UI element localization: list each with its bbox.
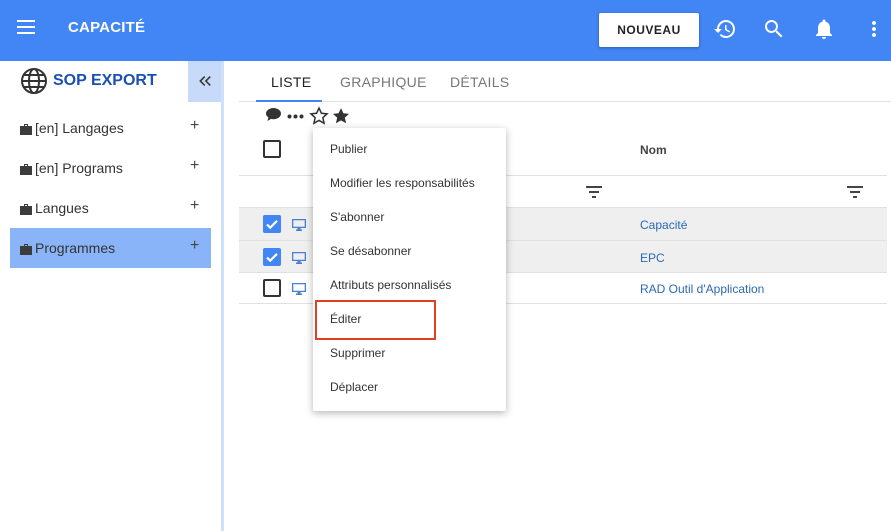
sidebar-item-label: Programmes (35, 240, 116, 256)
check-icon (266, 220, 278, 230)
brand-name: SOP EXPORT (53, 72, 157, 89)
more-vert-icon[interactable] (862, 17, 886, 41)
briefcase-icon (20, 122, 32, 135)
row-checkbox[interactable] (263, 248, 281, 266)
sidebar-item-programmes[interactable]: Programmes + (10, 228, 211, 268)
row-name-link[interactable]: RAD Outil d'Application (640, 282, 764, 296)
star-filled-icon[interactable] (331, 106, 351, 126)
menu-item-label: Supprimer (330, 346, 386, 360)
menu-item-label: Déplacer (330, 380, 379, 394)
monitor-icon (292, 218, 306, 231)
menu-item-sabonner[interactable]: S'abonner (313, 201, 506, 235)
sidebar-item-label: [en] Programs (35, 160, 123, 176)
page-title: CAPACITÉ (68, 19, 146, 36)
add-icon[interactable]: + (190, 197, 199, 215)
filter-icon[interactable] (586, 185, 602, 198)
menu-item-label: Se désabonner (330, 244, 412, 258)
menu-item-deplacer[interactable]: Déplacer (313, 371, 506, 405)
tab-details[interactable]: DÉTAILS (450, 74, 509, 90)
menu-item-attributs-personnalises[interactable]: Attributs personnalisés (313, 269, 506, 303)
menu-item-modifier-responsabilites[interactable]: Modifier les responsabilités (313, 167, 506, 201)
menu-item-label: Attributs personnalisés (330, 278, 452, 292)
new-button[interactable]: NOUVEAU (599, 13, 699, 47)
row-checkbox[interactable] (263, 279, 281, 297)
menu-item-se-desabonner[interactable]: Se désabonner (313, 235, 506, 269)
sidebar-item-label: Langues (35, 200, 89, 216)
row-checkbox[interactable] (263, 215, 281, 233)
globe-icon (20, 67, 48, 95)
briefcase-icon (20, 242, 32, 255)
row-name-link[interactable]: Capacité (640, 218, 687, 232)
add-icon[interactable]: + (190, 157, 199, 175)
top-bar: CAPACITÉ NOUVEAU (0, 0, 891, 61)
more-horiz-icon[interactable] (287, 114, 304, 119)
active-tab-indicator (256, 100, 322, 102)
sidebar-item-langues[interactable]: Langues + (10, 188, 211, 228)
double-chevron-left-icon (199, 76, 211, 86)
menu-icon[interactable] (17, 19, 37, 35)
row-name-link[interactable]: EPC (640, 251, 665, 265)
monitor-icon (292, 282, 306, 295)
tab-liste[interactable]: LISTE (271, 74, 311, 90)
monitor-icon (292, 251, 306, 264)
add-icon[interactable]: + (190, 237, 199, 255)
menu-item-publier[interactable]: Publier (313, 133, 506, 167)
menu-item-label: Publier (330, 142, 368, 156)
filter-icon[interactable] (847, 185, 863, 198)
context-menu: Publier Modifier les responsabilités S'a… (313, 128, 506, 411)
sidebar-divider (221, 61, 224, 531)
star-outline-icon[interactable] (309, 106, 329, 126)
column-header-nom[interactable]: Nom (640, 143, 667, 157)
menu-item-label: Modifier les responsabilités (330, 176, 475, 190)
tab-graphique[interactable]: GRAPHIQUE (340, 74, 427, 90)
collapse-sidebar-button[interactable] (188, 61, 221, 102)
bell-icon[interactable] (812, 17, 836, 41)
briefcase-icon (20, 202, 32, 215)
check-icon (266, 253, 278, 263)
search-icon[interactable] (762, 17, 786, 41)
add-icon[interactable]: + (190, 117, 199, 135)
comment-icon[interactable] (265, 107, 282, 122)
sidebar-item-langages[interactable]: [en] Langages + (10, 108, 211, 148)
sidebar-item-label: [en] Langages (35, 120, 124, 136)
app-root: CAPACITÉ NOUVEAU SOP EXPORT [en] Langage… (0, 0, 891, 531)
select-all-checkbox[interactable] (263, 140, 281, 158)
highlight-box-editer (315, 300, 436, 340)
tab-divider (239, 101, 891, 102)
menu-item-label: S'abonner (330, 210, 385, 224)
menu-item-supprimer[interactable]: Supprimer (313, 337, 506, 371)
sidebar-item-programs[interactable]: [en] Programs + (10, 148, 211, 188)
history-icon[interactable] (713, 17, 737, 41)
briefcase-icon (20, 162, 32, 175)
